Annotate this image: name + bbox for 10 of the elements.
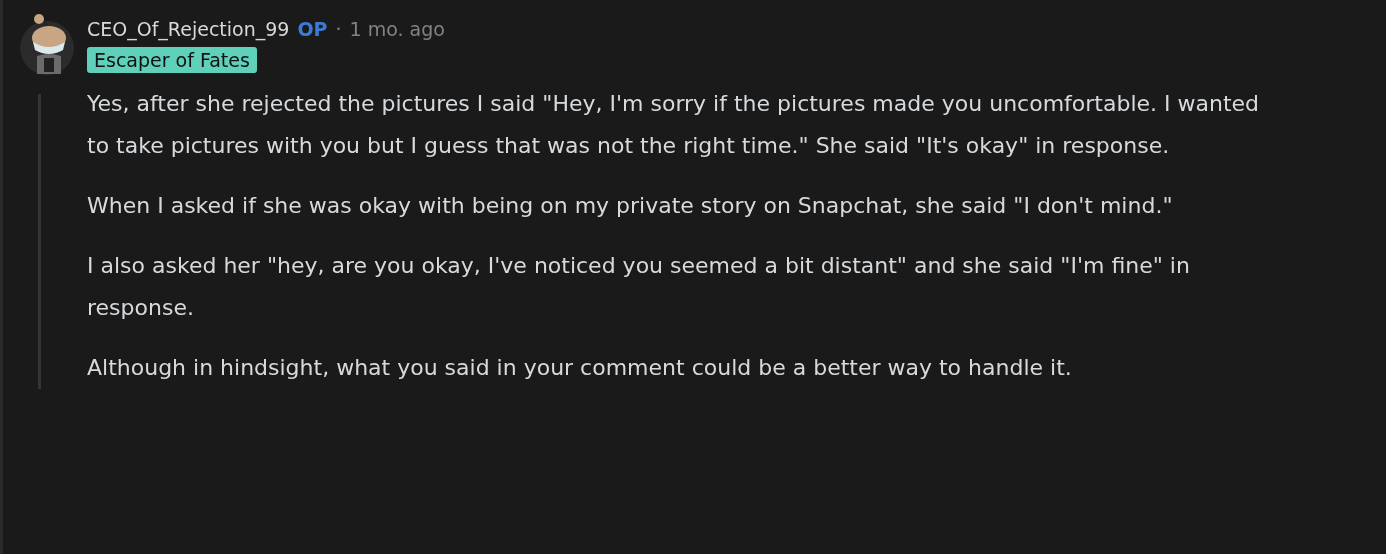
comment-paragraph: Yes, after she rejected the pictures I said "Hey, I'm sorry if the pictures made you uncomfortable. I wanted to take pictures with you but I guess that was not the right time." She said "It's okay" in response. bbox=[87, 90, 1261, 160]
author-name[interactable]: CEO_Of_Rejection_99 bbox=[87, 18, 290, 40]
user-flair: Escaper of Fates bbox=[87, 47, 257, 73]
comment-paragraph: I also asked her "hey, are you okay, I've noticed you seemed a bit distant" and she said "I'm fine" in response. bbox=[87, 252, 1191, 322]
comment-paragraph: Although in hindsight, what you said in your comment could be a better way to handle it. bbox=[87, 354, 1073, 382]
timestamp[interactable]: 1 mo. ago bbox=[349, 18, 445, 40]
op-label: OP bbox=[297, 18, 328, 40]
comment-paragraph: When I asked if she was okay with being on my private story on Snapchat, she said "I don't mind." bbox=[87, 192, 1174, 220]
separator-dot: · bbox=[335, 18, 342, 40]
avatar-icon[interactable] bbox=[17, 12, 77, 76]
